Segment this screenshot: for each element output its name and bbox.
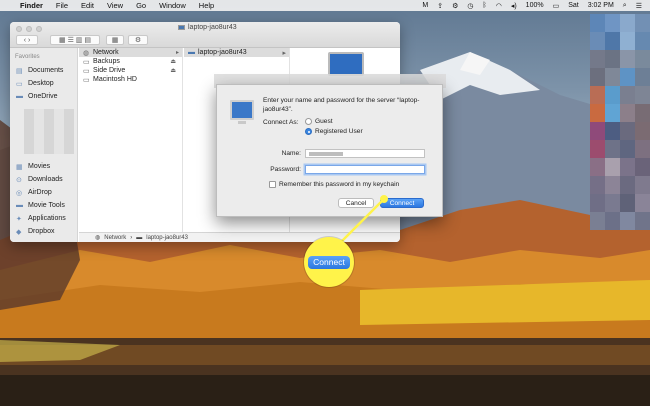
callout-pointer-line [340, 195, 388, 243]
callout-connect-button: Connect [308, 255, 350, 269]
redacted-desktop-items [590, 14, 650, 230]
callout-magnifier: Connect [304, 237, 354, 287]
